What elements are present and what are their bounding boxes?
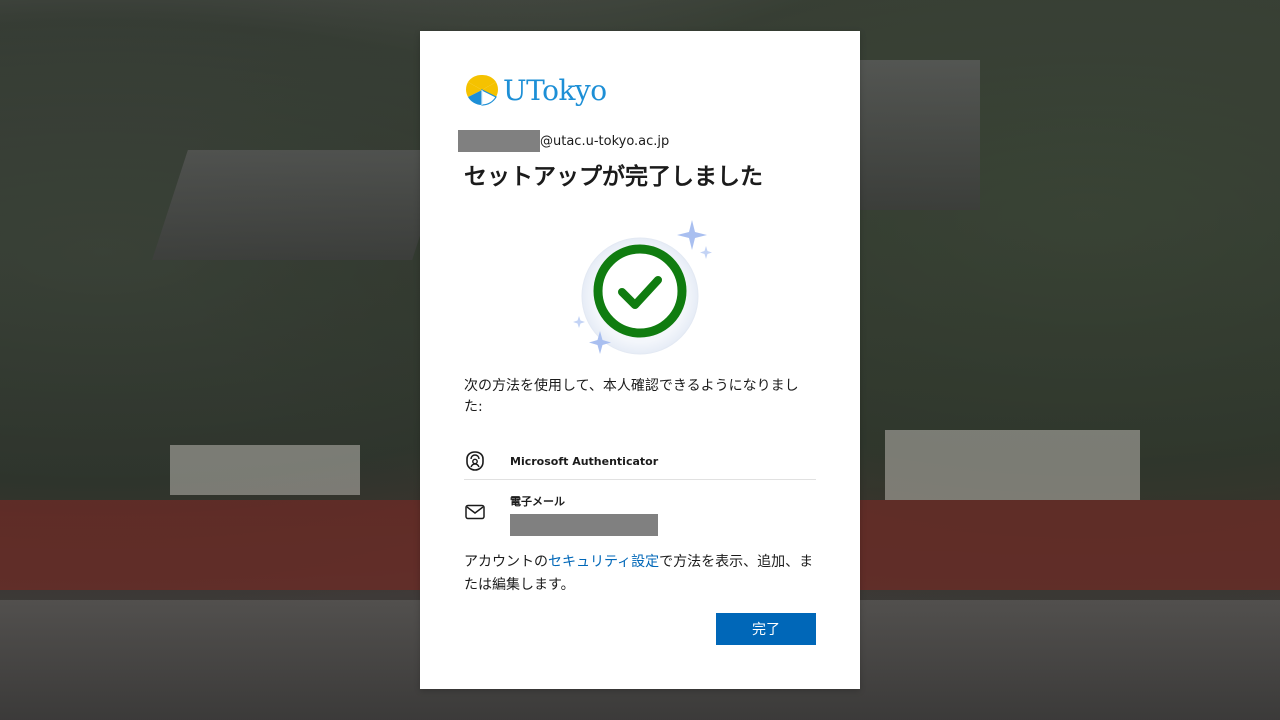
method-name-authenticator: Microsoft Authenticator [510, 454, 659, 468]
method-detail-email: 電子メール [510, 493, 658, 536]
redacted-username [458, 130, 540, 152]
background-red-fence-right [860, 500, 1280, 590]
redacted-email-address [510, 514, 658, 536]
done-button[interactable]: 完了 [716, 613, 816, 645]
utokyo-logo-text: UTokyo [503, 73, 607, 107]
security-info-prefix: アカウントの [464, 554, 548, 570]
setup-complete-dialog: UTokyo @utac.u-tokyo.ac.jp セットアップが完了しました… [420, 31, 860, 689]
ginkgo-leaf-logo-icon [466, 74, 498, 106]
background-wall-left [170, 445, 360, 495]
mail-envelope-icon [465, 504, 485, 520]
security-info-note: アカウントのセキュリティ設定で方法を表示、追加、または編集します。 [464, 551, 814, 597]
method-row-email: 電子メール [464, 493, 816, 543]
background-roof-left [152, 150, 448, 260]
account-identifier: @utac.u-tokyo.ac.jp [458, 130, 669, 152]
background-wall-right [885, 430, 1140, 500]
check-circle-icon [573, 220, 712, 355]
method-row-authenticator: Microsoft Authenticator [464, 443, 816, 480]
utokyo-logo: UTokyo [465, 73, 607, 107]
methods-description: 次の方法を使用して、本人確認できるようになりました: [464, 378, 799, 415]
security-settings-link[interactable]: セキュリティ設定 [548, 554, 659, 570]
authenticator-lock-icon [466, 451, 484, 471]
background-roof-right [860, 60, 980, 210]
page-title: セットアップが完了しました [464, 164, 763, 190]
account-domain: @utac.u-tokyo.ac.jp [540, 133, 670, 149]
background-red-fence-left [0, 500, 420, 590]
method-name-email: 電子メール [510, 495, 565, 508]
